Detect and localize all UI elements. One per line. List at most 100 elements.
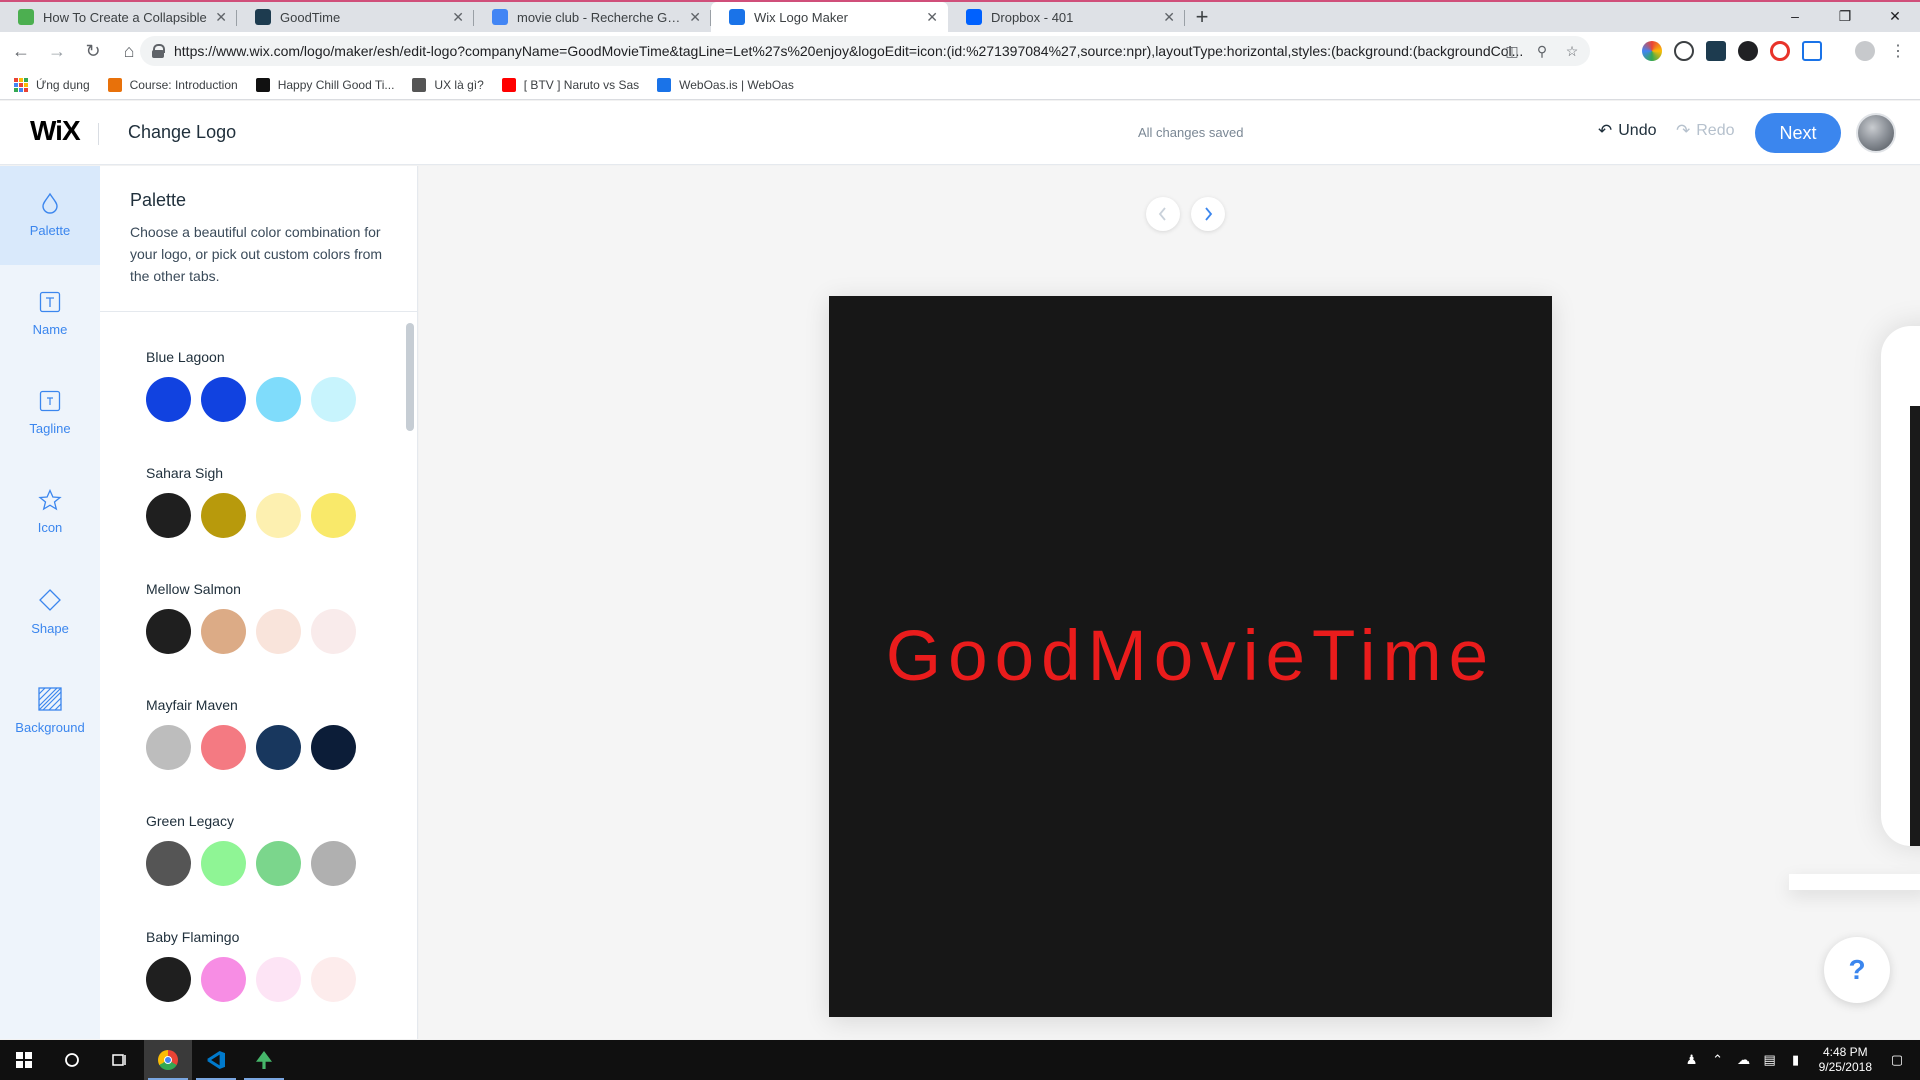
color-swatch[interactable] (146, 609, 191, 654)
show-hidden-icons-icon[interactable]: ⌃ (1707, 1052, 1729, 1068)
restore-icon[interactable]: ❐ (1820, 2, 1870, 30)
redo-button[interactable]: ↷ Redo (1676, 121, 1735, 141)
bookmark-favicon-icon (255, 77, 270, 92)
color-swatch[interactable] (256, 841, 301, 886)
undo-button[interactable]: ↶ Undo (1598, 121, 1657, 141)
color-swatch[interactable] (311, 725, 356, 770)
extension-face-icon[interactable] (1738, 41, 1758, 61)
rail-tab-background[interactable]: Background (0, 661, 100, 760)
color-swatch[interactable] (256, 493, 301, 538)
user-avatar[interactable] (1856, 113, 1896, 153)
browser-tab[interactable]: movie club - Recherche Google ✕ (474, 2, 711, 32)
color-swatch[interactable] (311, 841, 356, 886)
panel-scrollbar[interactable] (406, 323, 414, 431)
forward-icon[interactable]: → (42, 36, 72, 66)
palette-option[interactable]: Green Legacy (146, 813, 356, 886)
task-view-icon[interactable] (96, 1040, 144, 1080)
bookmark-item[interactable]: Course: Introduction (107, 77, 238, 92)
color-swatch[interactable] (256, 609, 301, 654)
palette-option[interactable]: Mellow Salmon (146, 581, 356, 654)
previous-logo-button[interactable] (1146, 197, 1180, 231)
battery-icon[interactable]: ▮ (1785, 1052, 1807, 1068)
next-logo-button[interactable] (1191, 197, 1225, 231)
profile-icon[interactable] (1855, 41, 1875, 61)
color-swatch[interactable] (201, 725, 246, 770)
back-icon[interactable]: ← (6, 36, 36, 66)
color-swatch[interactable] (311, 493, 356, 538)
minimize-icon[interactable]: – (1770, 2, 1820, 30)
color-swatch[interactable] (311, 957, 356, 1002)
browser-tab[interactable]: Wix Logo Maker ✕ (711, 2, 948, 32)
palette-option[interactable]: Baby Flamingo (146, 929, 356, 1002)
sourcetree-taskbar-icon[interactable] (240, 1040, 288, 1080)
color-swatch[interactable] (201, 493, 246, 538)
browser-tab[interactable]: How To Create a Collapsible ✕ (0, 2, 237, 32)
browser-tab[interactable]: GoodTime ✕ (237, 2, 474, 32)
people-icon[interactable]: ♟ (1681, 1052, 1703, 1068)
color-swatch[interactable] (146, 377, 191, 422)
network-icon[interactable]: ▤ (1759, 1052, 1781, 1068)
color-swatch[interactable] (201, 957, 246, 1002)
drop-icon (40, 192, 60, 223)
rail-tab-tagline[interactable]: Tagline (0, 364, 100, 463)
vscode-taskbar-icon[interactable] (192, 1040, 240, 1080)
extension-box-icon[interactable] (1802, 41, 1822, 61)
palette-option[interactable]: Blue Lagoon (146, 349, 356, 422)
close-window-icon[interactable]: ✕ (1870, 2, 1920, 30)
rail-tab-icon[interactable]: Icon (0, 463, 100, 562)
chrome-taskbar-icon[interactable] (144, 1040, 192, 1080)
address-bar[interactable]: https://www.wix.com/logo/maker/esh/edit-… (140, 36, 1590, 66)
extension-react-icon[interactable] (1674, 41, 1694, 61)
bookmark-item[interactable]: WebOas.is | WebOas (657, 77, 794, 92)
rail-tab-label: Shape (31, 621, 69, 636)
bookmark-star-icon[interactable]: ☆ (1562, 41, 1582, 61)
url-text[interactable]: https://www.wix.com/logo/maker/esh/edit-… (174, 43, 1534, 59)
color-swatch[interactable] (146, 957, 191, 1002)
rail-tab-palette[interactable]: Palette (0, 166, 100, 265)
tab-close-icon[interactable]: ✕ (926, 9, 938, 26)
color-swatch[interactable] (201, 841, 246, 886)
bookmark-item[interactable]: Happy Chill Good Ti... (255, 77, 394, 92)
tab-close-icon[interactable]: ✕ (452, 9, 464, 26)
color-swatch[interactable] (256, 725, 301, 770)
extension-square-icon[interactable] (1706, 41, 1726, 61)
search-icon[interactable] (48, 1040, 96, 1080)
color-swatch[interactable] (201, 609, 246, 654)
next-button[interactable]: Next (1755, 113, 1841, 153)
reload-icon[interactable]: ↻ (78, 36, 108, 66)
panel-header: Palette Choose a beautiful color combina… (100, 166, 417, 312)
more-menu-icon[interactable]: ⋮ (1890, 41, 1906, 61)
zoom-icon[interactable]: ⚲ (1532, 41, 1552, 61)
color-swatch[interactable] (201, 377, 246, 422)
onedrive-icon[interactable]: ☁ (1733, 1052, 1755, 1068)
bookmark-item[interactable]: Ứng dụng (14, 77, 90, 92)
extension-color-icon[interactable] (1642, 41, 1662, 61)
notifications-icon[interactable]: ▢ (1886, 1052, 1908, 1068)
tab-close-icon[interactable]: ✕ (689, 9, 701, 26)
rail-tab-shape[interactable]: Shape (0, 562, 100, 661)
extension-opera-icon[interactable] (1770, 41, 1790, 61)
color-swatch[interactable] (256, 957, 301, 1002)
new-tab-button[interactable]: + (1185, 2, 1219, 32)
color-swatch[interactable] (146, 725, 191, 770)
palette-option[interactable]: Sahara Sigh (146, 465, 356, 538)
color-swatch[interactable] (146, 493, 191, 538)
color-swatch[interactable] (311, 377, 356, 422)
translate-icon[interactable]: ◫ (1502, 41, 1522, 61)
panel-description: Choose a beautiful color combination for… (130, 224, 383, 284)
palette-name: Mayfair Maven (146, 697, 238, 713)
color-swatch[interactable] (256, 377, 301, 422)
color-swatch[interactable] (146, 841, 191, 886)
tab-close-icon[interactable]: ✕ (1163, 9, 1175, 26)
tab-close-icon[interactable]: ✕ (215, 9, 227, 26)
wix-logo[interactable]: WiX (30, 115, 81, 147)
rail-tab-name[interactable]: Name (0, 265, 100, 364)
bookmark-item[interactable]: [ BTV ] Naruto vs Sas (501, 77, 639, 92)
help-button[interactable]: ? (1824, 937, 1890, 1003)
browser-tab[interactable]: Dropbox - 401 ✕ (948, 2, 1185, 32)
bookmark-item[interactable]: UX là gì? (412, 77, 484, 92)
color-swatch[interactable] (311, 609, 356, 654)
taskbar-clock[interactable]: 4:48 PM 9/25/2018 (1819, 1045, 1872, 1075)
start-button[interactable] (0, 1040, 48, 1080)
palette-option[interactable]: Mayfair Maven (146, 697, 356, 770)
